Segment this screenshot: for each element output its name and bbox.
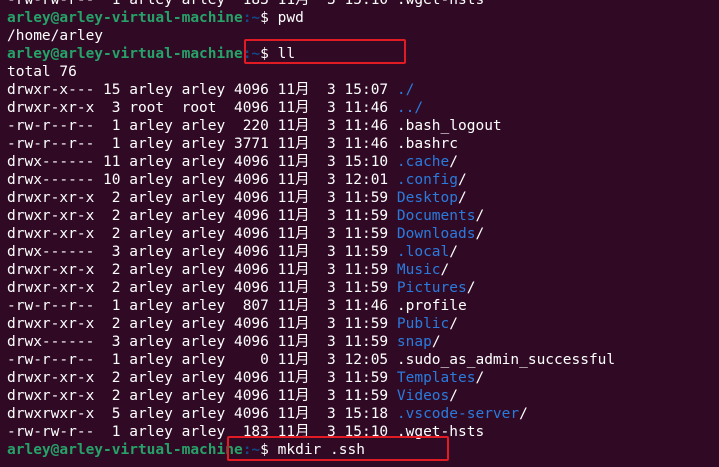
directory-suffix: / [440,262,450,278]
listing-row: drwxr-xr-x 2 arley arley 4096 11月 3 11:5… [7,207,615,225]
listing-meta: -rw-r--r-- 1 arley arley 220 11月 3 11:46 [7,118,397,134]
directory-suffix: / [466,280,476,296]
listing-row: -rw-rw-r-- 1 arley arley 183 11月 3 15:10… [7,0,615,9]
directory-name: .cache [396,154,450,170]
listing-meta: -rw-r--r-- 1 arley arley 0 11月 3 12:05 [7,352,397,368]
command-text: pwd [277,10,304,26]
terminal-output: -rw-rw-r-- 1 arley arley 183 11月 3 15:10… [7,0,615,459]
command-text: mkdir .ssh [277,442,365,458]
listing-meta: drwxr-xr-x 3 root root 4096 11月 3 11:46 [7,100,397,116]
directory-name: ./ [396,82,415,98]
listing-meta: drwxr-xr-x 2 arley arley 4096 11月 3 11:5… [7,388,397,404]
listing-meta: -rw-r--r-- 1 arley arley 3771 11月 3 11:4… [7,136,397,152]
listing-meta: drwxr-x--- 15 arley arley 4096 11月 3 15:… [7,82,397,98]
listing-row: drwxr-xr-x 2 arley arley 4096 11月 3 11:5… [7,225,615,243]
listing-row: -rw-r--r-- 1 arley arley 807 11月 3 11:46… [7,297,615,315]
directory-suffix: / [449,244,459,260]
directory-name: ../ [396,100,424,116]
file-name: .wget-hsts [396,424,485,440]
file-name: .wget-hsts [396,0,485,8]
prompt-line: arley@arley-virtual-machine:~$ pwd [7,9,615,27]
terminal-window[interactable]: -rw-rw-r-- 1 arley arley 183 11月 3 15:10… [0,0,719,467]
directory-name: Documents [396,208,476,224]
prompt-user-host: arley@arley-virtual-machine [7,442,243,458]
directory-suffix: / [449,154,459,170]
listing-row: -rw-r--r-- 1 arley arley 3771 11月 3 11:4… [7,135,615,153]
directory-name: Downloads [396,226,476,242]
prompt-path: :~ [242,10,261,26]
directory-suffix: / [475,208,485,224]
output-line: total 76 [7,63,615,81]
listing-meta: drwx------ 3 arley arley 4096 11月 3 11:5… [7,334,397,350]
listing-row: drwxr-xr-x 2 arley arley 4096 11月 3 11:5… [7,279,615,297]
prompt-symbol: $ [260,46,278,62]
directory-name: Videos [396,388,450,404]
listing-row: drwxr-xr-x 2 arley arley 4096 11月 3 11:5… [7,189,615,207]
listing-meta: drwxr-xr-x 2 arley arley 4096 11月 3 11:5… [7,370,397,386]
file-name: .profile [396,298,467,314]
listing-row: drwx------ 11 arley arley 4096 11月 3 15:… [7,153,615,171]
listing-meta: -rw-rw-r-- 1 arley arley 183 11月 3 15:10 [7,0,397,8]
prompt-symbol: $ [260,10,278,26]
file-name: .bashrc [396,136,458,152]
directory-name: Music [396,262,441,278]
directory-name: .local [396,244,450,260]
prompt-user-host: arley@arley-virtual-machine [7,46,243,62]
listing-meta: drwxr-xr-x 2 arley arley 4096 11月 3 11:5… [7,208,397,224]
listing-row: drwxr-xr-x 2 arley arley 4096 11月 3 11:5… [7,315,615,333]
file-name: .sudo_as_admin_successful [396,352,616,368]
directory-name: .vscode-server [396,406,520,422]
directory-suffix: / [475,226,485,242]
listing-meta: -rw-r--r-- 1 arley arley 807 11月 3 11:46 [7,298,397,314]
listing-meta: drwx------ 11 arley arley 4096 11月 3 15:… [7,154,397,170]
listing-meta: drwxr-xr-x 2 arley arley 4096 11月 3 11:5… [7,262,397,278]
directory-suffix: / [519,406,528,422]
directory-suffix: / [475,370,485,386]
listing-row: drwx------ 3 arley arley 4096 11月 3 11:5… [7,243,615,261]
directory-suffix: / [431,334,441,350]
listing-meta: drwxr-xr-x 2 arley arley 4096 11月 3 11:5… [7,280,397,296]
directory-name: Public [396,316,450,332]
listing-meta: -rw-rw-r-- 1 arley arley 183 11月 3 15:10 [7,424,397,440]
listing-row: -rw-rw-r-- 1 arley arley 183 11月 3 15:10… [7,423,615,441]
directory-suffix: / [458,190,467,206]
directory-name: snap [396,334,432,350]
listing-row: drwxr-x--- 15 arley arley 4096 11月 3 15:… [7,81,615,99]
listing-row: -rw-r--r-- 1 arley arley 220 11月 3 11:46… [7,117,615,135]
listing-row: drwxr-xr-x 2 arley arley 4096 11月 3 11:5… [7,387,615,405]
directory-name: Desktop [396,190,458,206]
directory-name: Templates [396,370,476,386]
directory-suffix: / [458,172,467,188]
directory-suffix: / [449,388,459,404]
prompt-symbol: $ [260,442,278,458]
listing-row: -rw-r--r-- 1 arley arley 0 11月 3 12:05 .… [7,351,615,369]
directory-suffix: / [449,316,459,332]
listing-row: drwxr-xr-x 2 arley arley 4096 11月 3 11:5… [7,261,615,279]
output-text: total 76 [7,64,77,80]
command-text: ll [277,46,296,62]
listing-meta: drwxrwxr-x 5 arley arley 4096 11月 3 15:1… [7,406,397,422]
directory-name: Pictures [396,280,467,296]
directory-name: .config [396,172,458,188]
listing-meta: drwxr-xr-x 2 arley arley 4096 11月 3 11:5… [7,316,397,332]
listing-meta: drwxr-xr-x 2 arley arley 4096 11月 3 11:5… [7,226,397,242]
file-name: .bash_logout [396,118,502,134]
prompt-line: arley@arley-virtual-machine:~$ mkdir .ss… [7,441,615,459]
listing-row: drwxr-xr-x 3 root root 4096 11月 3 11:46 … [7,99,615,117]
listing-row: drwx------ 3 arley arley 4096 11月 3 11:5… [7,333,615,351]
listing-row: drwxrwxr-x 5 arley arley 4096 11月 3 15:1… [7,405,615,423]
listing-meta: drwx------ 10 arley arley 4096 11月 3 12:… [7,172,397,188]
listing-meta: drwxr-xr-x 2 arley arley 4096 11月 3 11:5… [7,190,397,206]
listing-row: drwxr-xr-x 2 arley arley 4096 11月 3 11:5… [7,369,615,387]
listing-row: drwx------ 10 arley arley 4096 11月 3 12:… [7,171,615,189]
prompt-path: :~ [242,46,261,62]
output-line: /home/arley [7,27,615,45]
listing-meta: drwx------ 3 arley arley 4096 11月 3 11:5… [7,244,397,260]
prompt-user-host: arley@arley-virtual-machine [7,10,243,26]
prompt-line: arley@arley-virtual-machine:~$ ll [7,45,615,63]
output-text: /home/arley [7,28,104,44]
prompt-path: :~ [242,442,261,458]
